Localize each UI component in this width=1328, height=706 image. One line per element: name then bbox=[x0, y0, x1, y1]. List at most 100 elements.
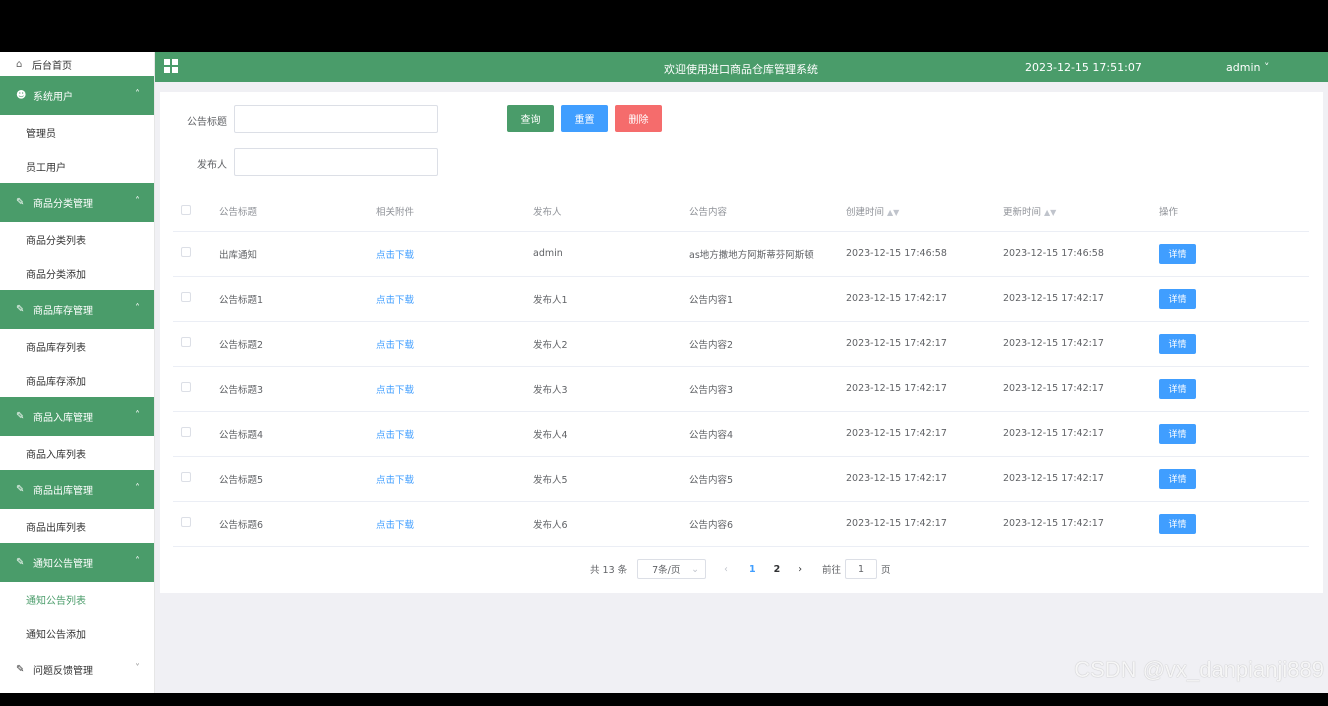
sort-icon[interactable]: ▲▼ bbox=[1044, 208, 1056, 217]
detail-button[interactable]: 详情 bbox=[1159, 243, 1196, 264]
table-cell: 发布人5 bbox=[533, 456, 689, 502]
edit-icon: ✎ bbox=[16, 197, 25, 208]
sidebar-group-label: 商品分类管理 bbox=[33, 199, 93, 210]
download-link[interactable]: 点击下载 bbox=[376, 520, 414, 531]
detail-button[interactable]: 详情 bbox=[1159, 468, 1196, 489]
table-row: 公告标题1 点击下载 发布人1 公告内容1 2023-12-15 17:42:17 202… bbox=[173, 276, 1309, 322]
sidebar-group-title[interactable]: ✎ 商品库存管理 ˄ bbox=[0, 290, 154, 329]
query-button[interactable]: 查询 bbox=[507, 105, 554, 132]
sidebar-group-title[interactable]: ✎ 商品出库管理 ˄ bbox=[0, 470, 154, 509]
chevron-up-icon: ˄ bbox=[135, 556, 140, 567]
prev-page-icon[interactable]: ‹ bbox=[724, 564, 728, 575]
sidebar-item[interactable]: 员工用户 bbox=[0, 149, 154, 183]
menu-grid-icon[interactable] bbox=[164, 59, 178, 73]
edit-icon: ✎ bbox=[16, 304, 25, 315]
row-checkbox[interactable] bbox=[181, 337, 191, 347]
table-cell: 公告标题1 bbox=[219, 276, 376, 322]
row-checkbox[interactable] bbox=[181, 292, 191, 302]
sidebar-item[interactable]: 商品出库列表 bbox=[0, 509, 154, 543]
column-header: 操作 bbox=[1159, 192, 1309, 232]
user-icon: ☻ bbox=[16, 90, 27, 101]
download-link[interactable]: 点击下载 bbox=[376, 430, 414, 441]
sidebar-group: ✎ 通知公告管理 ˄ 通知公告列表 通知公告添加 bbox=[0, 543, 154, 650]
table-cell: 2023-12-15 17:42:17 bbox=[846, 321, 1003, 367]
sidebar-group-title[interactable]: ☻ 系统用户 ˄ bbox=[0, 76, 154, 115]
row-checkbox[interactable] bbox=[181, 472, 191, 482]
home-icon: ⌂ bbox=[16, 58, 23, 70]
csdn-watermark: CSDN @vx_danpianji889 bbox=[1074, 657, 1324, 682]
sidebar-item[interactable]: 管理员 bbox=[0, 115, 154, 149]
sidebar-group-title[interactable]: ✎ 商品分类管理 ˄ bbox=[0, 183, 154, 222]
table-cell: 发布人2 bbox=[533, 321, 689, 367]
reset-button[interactable]: 重置 bbox=[561, 105, 608, 132]
edit-icon: ✎ bbox=[16, 557, 25, 568]
sort-icon[interactable]: ▲▼ bbox=[887, 208, 899, 217]
page-1[interactable]: 1 bbox=[749, 564, 756, 575]
detail-button[interactable]: 详情 bbox=[1159, 378, 1196, 399]
next-page-icon[interactable]: › bbox=[798, 564, 802, 575]
header-title: 欢迎使用进口商品仓库管理系统 bbox=[664, 63, 818, 76]
sidebar-item[interactable]: 商品入库列表 bbox=[0, 436, 154, 470]
row-checkbox[interactable] bbox=[181, 427, 191, 437]
table-cell: 2023-12-15 17:42:17 bbox=[1003, 321, 1159, 367]
sidebar-group: ✎ 商品库存管理 ˄ 商品库存列表 商品库存添加 bbox=[0, 290, 154, 397]
row-checkbox[interactable] bbox=[181, 247, 191, 257]
chevron-down-icon: ⌄ bbox=[691, 563, 700, 575]
goto-page-input[interactable]: 1 bbox=[845, 559, 878, 579]
table-cell: 公告内容2 bbox=[689, 321, 846, 367]
row-checkbox[interactable] bbox=[181, 382, 191, 392]
download-link[interactable]: 点击下载 bbox=[376, 340, 414, 351]
sidebar-group-label: 问题反馈管理 bbox=[33, 666, 93, 677]
download-link[interactable]: 点击下载 bbox=[376, 295, 414, 306]
sidebar-item[interactable]: 商品分类添加 bbox=[0, 256, 154, 290]
sidebar-item[interactable]: 通知公告列表 bbox=[0, 582, 154, 616]
column-header-sortable[interactable]: 更新时间 ▲▼ bbox=[1003, 192, 1159, 232]
column-header: 相关附件 bbox=[376, 192, 533, 232]
table-cell: 公告内容4 bbox=[689, 411, 846, 457]
sidebar-item[interactable]: 通知公告添加 bbox=[0, 616, 154, 650]
sidebar-group-title[interactable]: ✎ 通知公告管理 ˄ bbox=[0, 543, 154, 582]
sidebar-group-title[interactable]: ✎ 商品入库管理 ˄ bbox=[0, 397, 154, 436]
table-row: 公告标题5 点击下载 发布人5 公告内容5 2023-12-15 17:42:17 202… bbox=[173, 456, 1309, 502]
content-card: 公告标题 发布人 查询 重置 删除 公告标题 相关附件 发布人 公告内容 创建时… bbox=[160, 92, 1323, 593]
detail-button[interactable]: 详情 bbox=[1159, 423, 1196, 444]
chevron-down-icon: ˅ bbox=[135, 663, 140, 674]
page-2[interactable]: 2 bbox=[774, 564, 781, 575]
row-checkbox[interactable] bbox=[181, 517, 191, 527]
column-header-sortable[interactable]: 创建时间 ▲▼ bbox=[846, 192, 1003, 232]
sidebar-group-label: 系统用户 bbox=[33, 92, 73, 103]
table-cell: 2023-12-15 17:42:17 bbox=[846, 411, 1003, 457]
title-filter-label: 公告标题 bbox=[187, 117, 227, 128]
title-filter-input[interactable] bbox=[234, 105, 438, 133]
sidebar-group-title[interactable]: ✎ 问题反馈管理 ˅ bbox=[0, 650, 154, 689]
sidebar-item[interactable]: 商品库存添加 bbox=[0, 363, 154, 397]
download-link[interactable]: 点击下载 bbox=[376, 385, 414, 396]
sidebar-item-home[interactable]: ⌂ 后台首页 bbox=[0, 52, 154, 76]
page-size-select[interactable]: 7条/页 ⌄ bbox=[637, 559, 707, 579]
sidebar-group: ✎ 商品出库管理 ˄ 商品出库列表 bbox=[0, 470, 154, 543]
table-cell: 2023-12-15 17:42:17 bbox=[1003, 456, 1159, 502]
column-header: 公告内容 bbox=[689, 192, 846, 232]
table-cell: 2023-12-15 17:42:17 bbox=[846, 501, 1003, 547]
column-header: 发布人 bbox=[533, 192, 689, 232]
select-all-checkbox[interactable] bbox=[181, 204, 191, 215]
delete-button[interactable]: 删除 bbox=[615, 105, 662, 132]
table-cell: 公告标题4 bbox=[219, 411, 376, 457]
table-cell: 2023-12-15 17:42:17 bbox=[846, 456, 1003, 502]
sidebar-item[interactable]: 商品分类列表 bbox=[0, 222, 154, 256]
sidebar-group-label: 商品库存管理 bbox=[33, 306, 93, 317]
detail-button[interactable]: 详情 bbox=[1159, 513, 1196, 534]
bottom-bar bbox=[0, 693, 1328, 706]
table-cell: 公告标题2 bbox=[219, 321, 376, 367]
publisher-filter-input[interactable] bbox=[234, 148, 438, 176]
sidebar-item[interactable]: 商品库存列表 bbox=[0, 329, 154, 363]
download-link[interactable]: 点击下载 bbox=[376, 250, 414, 261]
edit-icon: ✎ bbox=[16, 411, 25, 422]
user-menu[interactable]: admin ˅ bbox=[1226, 61, 1269, 74]
header-datetime: 2023-12-15 17:51:07 bbox=[1025, 61, 1142, 74]
detail-button[interactable]: 详情 bbox=[1159, 333, 1196, 354]
download-link[interactable]: 点击下载 bbox=[376, 475, 414, 486]
detail-button[interactable]: 详情 bbox=[1159, 288, 1196, 309]
chevron-down-icon: ˅ bbox=[1260, 61, 1270, 74]
table-cell: 公告内容5 bbox=[689, 456, 846, 502]
